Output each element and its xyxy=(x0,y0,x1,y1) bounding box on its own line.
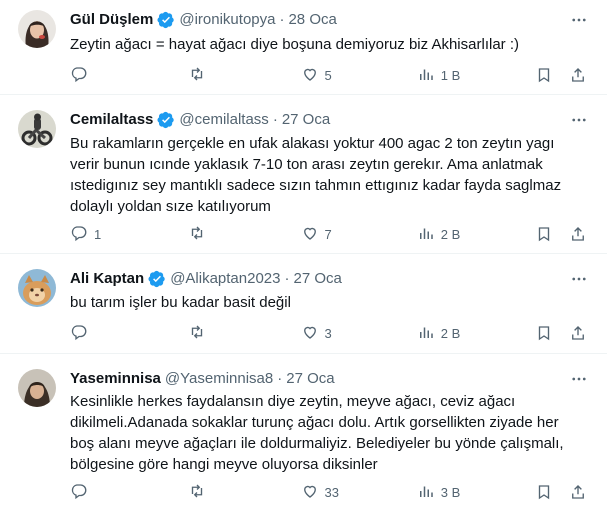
separator-dot: · xyxy=(272,111,278,128)
author-name[interactable]: Gül Düşlem xyxy=(70,10,153,30)
author-handle[interactable]: @Yaseminnisa8 xyxy=(165,369,273,389)
tweet-date[interactable]: 27 Oca xyxy=(282,110,330,130)
share-icon[interactable] xyxy=(569,324,587,342)
like-button[interactable]: 5 xyxy=(301,65,417,86)
like-icon xyxy=(301,224,319,245)
like-icon xyxy=(301,323,319,344)
views-button[interactable]: 1 B xyxy=(417,65,535,86)
retweet-button[interactable] xyxy=(188,224,300,245)
verified-icon xyxy=(157,111,175,129)
views-count: 2 B xyxy=(440,325,461,341)
more-icon[interactable] xyxy=(569,369,589,389)
author-handle[interactable]: @Alikaptan2023 xyxy=(170,269,280,289)
action-bar: 5 1 B xyxy=(70,65,587,85)
avatar[interactable] xyxy=(18,10,56,48)
more-icon[interactable] xyxy=(569,10,589,30)
reply-icon xyxy=(70,482,88,503)
like-icon xyxy=(301,65,319,86)
tweet-date[interactable]: 28 Oca xyxy=(288,10,336,30)
author-handle[interactable]: @ironikutopya xyxy=(179,10,275,30)
like-count: 5 xyxy=(324,67,332,83)
reply-button[interactable]: 1 xyxy=(70,224,188,245)
tweet-header: Ali Kaptan @Alikaptan2023 · 27 Oca xyxy=(70,269,342,289)
retweet-button[interactable] xyxy=(188,323,300,344)
avatar[interactable] xyxy=(18,269,56,307)
reply-feed: Gül Düşlem @ironikutopya · 28 Oca Zeytin… xyxy=(0,0,607,512)
tweet-header: Gül Düşlem @ironikutopya · 28 Oca xyxy=(70,10,337,30)
bookmark-icon[interactable] xyxy=(535,483,553,501)
reply-icon xyxy=(70,224,88,245)
like-button[interactable]: 7 xyxy=(301,224,417,245)
bookmark-icon[interactable] xyxy=(535,225,553,243)
views-icon xyxy=(417,224,435,245)
views-button[interactable]: 3 B xyxy=(417,482,535,503)
tweet-date[interactable]: 27 Oca xyxy=(294,269,342,289)
retweet-button[interactable] xyxy=(188,482,300,503)
separator-dot: · xyxy=(277,370,283,387)
tweet-text: bu tarım işler bu kadar basit değil xyxy=(70,294,291,311)
tweet-3[interactable]: Ali Kaptan @Alikaptan2023 · 27 Oca bu ta… xyxy=(0,254,607,354)
verified-icon xyxy=(148,270,166,288)
like-count: 7 xyxy=(324,226,332,242)
share-icon[interactable] xyxy=(569,225,587,243)
reply-icon xyxy=(70,323,88,344)
views-icon xyxy=(417,323,435,344)
share-icon[interactable] xyxy=(569,483,587,501)
separator-dot: · xyxy=(279,11,285,28)
action-bar: 1 7 2 B xyxy=(70,224,587,244)
bookmark-icon[interactable] xyxy=(535,66,553,84)
retweet-icon xyxy=(188,323,206,344)
views-count: 2 B xyxy=(440,226,461,242)
more-icon[interactable] xyxy=(569,269,589,289)
author-name[interactable]: Cemilaltass xyxy=(70,110,153,130)
tweet-header: Yaseminnisa @Yaseminnisa8 · 27 Oca xyxy=(70,369,335,389)
like-count: 3 xyxy=(324,325,332,341)
retweet-button[interactable] xyxy=(188,65,300,86)
avatar[interactable] xyxy=(18,369,56,407)
bookmark-icon[interactable] xyxy=(535,324,553,342)
action-bar: 3 2 B xyxy=(70,323,587,343)
tweet-text: Bu rakamların gerçekle en ufak alakası y… xyxy=(70,135,562,215)
like-button[interactable]: 3 xyxy=(301,323,417,344)
views-icon xyxy=(417,65,435,86)
author-name[interactable]: Ali Kaptan xyxy=(70,269,144,289)
verified-icon xyxy=(157,11,175,29)
tweet-4[interactable]: Yaseminnisa @Yaseminnisa8 · 27 Oca Kesin… xyxy=(0,354,607,512)
share-icon[interactable] xyxy=(569,66,587,84)
reply-icon xyxy=(70,65,88,86)
more-icon[interactable] xyxy=(569,110,589,130)
like-count: 33 xyxy=(324,484,339,500)
separator-dot: · xyxy=(284,270,290,287)
tweet-text: Kesinlikle herkes faydalansın diye zeyti… xyxy=(70,393,564,473)
like-icon xyxy=(301,482,319,503)
avatar[interactable] xyxy=(18,110,56,148)
views-button[interactable]: 2 B xyxy=(417,224,535,245)
reply-button[interactable] xyxy=(70,482,188,503)
author-name[interactable]: Yaseminnisa xyxy=(70,369,161,389)
reply-count: 1 xyxy=(94,226,102,242)
views-icon xyxy=(417,482,435,503)
tweet-2[interactable]: Cemilaltass @cemilaltass · 27 Oca Bu rak… xyxy=(0,95,607,254)
reply-button[interactable] xyxy=(70,65,188,86)
tweet-date[interactable]: 27 Oca xyxy=(286,369,334,389)
retweet-icon xyxy=(188,482,206,503)
author-handle[interactable]: @cemilaltass xyxy=(179,110,268,130)
tweet-1[interactable]: Gül Düşlem @ironikutopya · 28 Oca Zeytin… xyxy=(0,0,607,95)
action-bar: 33 3 B xyxy=(70,482,587,502)
like-button[interactable]: 33 xyxy=(301,482,417,503)
views-count: 3 B xyxy=(440,484,461,500)
retweet-icon xyxy=(188,65,206,86)
views-count: 1 B xyxy=(440,67,461,83)
views-button[interactable]: 2 B xyxy=(417,323,535,344)
reply-button[interactable] xyxy=(70,323,188,344)
tweet-header: Cemilaltass @cemilaltass · 27 Oca xyxy=(70,110,330,130)
retweet-icon xyxy=(188,224,206,245)
tweet-text: Zeytin ağacı = hayat ağacı diye boşuna d… xyxy=(70,36,519,53)
